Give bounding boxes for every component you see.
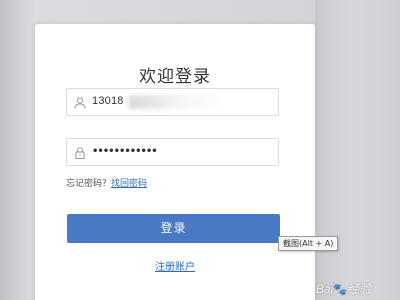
recover-password-link[interactable]: 找回密码 — [111, 179, 147, 189]
watermark-text-left: Bai — [316, 282, 334, 296]
login-button[interactable]: 登录 — [67, 214, 280, 243]
lock-icon — [73, 145, 87, 159]
phone-field[interactable]: 13018 — [66, 88, 279, 116]
screenshot-tooltip: 截图(Alt + A) — [278, 236, 339, 251]
password-input-value: •••••••••••• — [92, 146, 158, 157]
background-right-panel — [315, 0, 400, 300]
page-title: 欢迎登录 — [139, 67, 211, 87]
phone-input-value: 13018 — [92, 95, 124, 107]
paw-icon: 🐾 — [333, 284, 348, 296]
redaction-blur — [129, 95, 219, 109]
baidu-jingyan-watermark: Bai🐾经验 — [316, 280, 371, 297]
watermark-text-right: 经验 — [347, 282, 372, 296]
password-field[interactable]: •••••••••••• — [66, 138, 279, 166]
login-card: 欢迎登录 13018 •••••••••••• 忘记密码？找回密码 登录 注册账… — [35, 24, 315, 300]
forgot-password-label: 忘记密码？ — [66, 179, 112, 189]
forgot-password-row: 忘记密码？找回密码 — [66, 176, 147, 189]
user-icon — [73, 95, 87, 109]
register-account-link[interactable]: 注册账户 — [35, 258, 315, 273]
